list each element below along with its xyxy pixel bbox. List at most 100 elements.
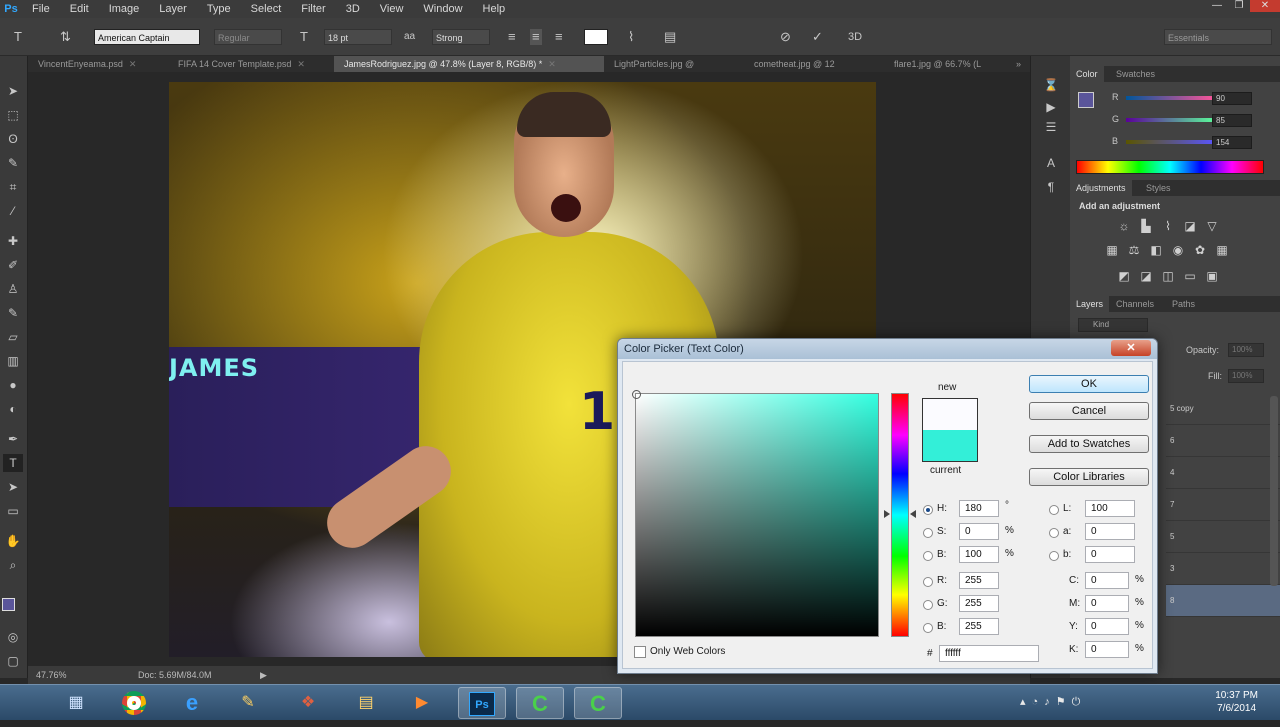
pen-tool-icon[interactable]: ✒ [3,430,23,448]
media-player-icon[interactable]: ▶ [398,687,446,719]
saturation-radio[interactable] [923,528,933,538]
workspace-select[interactable]: Essentials [1164,29,1272,45]
invert-icon[interactable]: ◩ [1116,269,1132,283]
gradient-map-icon[interactable]: ▭ [1182,269,1198,283]
tray-arrow-icon[interactable]: ▴ [1020,696,1032,708]
tab-layers[interactable]: Layers [1070,296,1110,312]
character-icon[interactable]: A [1041,156,1061,174]
close-tab-icon[interactable]: ✕ [548,59,556,69]
tab-styles[interactable]: Styles [1140,180,1177,196]
commit-edits-icon[interactable]: ✓ [812,29,823,45]
status-menu-arrow-icon[interactable]: ▶ [260,666,267,684]
black-white-icon[interactable]: ◧ [1148,243,1164,257]
marquee-tool-icon[interactable]: ⬚ [3,106,23,124]
eyedropper-tool-icon[interactable]: ⁄ [3,202,23,220]
brightness-field[interactable]: 100 [959,546,999,563]
levels-icon[interactable]: ▙ [1138,219,1154,233]
green-value[interactable]: 85 [1212,114,1252,127]
screen-mode-icon[interactable]: ▢ [3,652,23,670]
lab-b-field[interactable]: 0 [1085,546,1135,563]
hex-field[interactable]: ffffff [939,645,1039,662]
current-color-swatch[interactable] [922,430,978,462]
font-size-select[interactable]: 18 pt [324,29,392,45]
add-to-swatches-button[interactable]: Add to Swatches [1029,435,1149,453]
color-libraries-button[interactable]: Color Libraries [1029,468,1149,486]
app-icon[interactable]: ❖ [284,687,332,719]
green-field[interactable]: 255 [959,595,999,612]
network-icon[interactable]: ◔ [1032,696,1045,708]
exposure-icon[interactable]: ◪ [1182,219,1198,233]
lasso-tool-icon[interactable]: ʘ [3,130,23,148]
only-web-colors-checkbox[interactable] [634,646,646,658]
layer-row[interactable]: 5 [1166,521,1280,553]
menu-help[interactable]: Help [473,0,516,18]
close-tab-icon[interactable]: ✕ [297,59,305,69]
close-window-button[interactable]: ✕ [1250,0,1280,12]
lab-a-radio[interactable] [1049,528,1059,538]
tab-channels[interactable]: Channels [1110,296,1160,312]
brush-tool-icon[interactable]: ✐ [3,256,23,274]
align-center-icon[interactable]: ≡ [530,29,542,45]
fill-field[interactable]: 100% [1228,369,1264,383]
antialias-select[interactable]: Strong [432,29,490,45]
paragraph-icon[interactable]: ¶ [1041,180,1061,198]
curves-icon[interactable]: ⌇ [1160,219,1176,233]
vibrance-icon[interactable]: ▽ [1204,219,1220,233]
green-slider[interactable] [1126,118,1216,122]
path-select-tool-icon[interactable]: ➤ [3,478,23,496]
color-selection-marker[interactable] [632,390,641,399]
red-value[interactable]: 90 [1212,92,1252,105]
blue-value[interactable]: 154 [1212,136,1252,149]
menu-filter[interactable]: Filter [291,0,335,18]
color-lookup-icon[interactable]: ▦ [1214,243,1230,257]
red-field[interactable]: 255 [959,572,999,589]
menu-view[interactable]: View [370,0,414,18]
saturation-brightness-field[interactable] [632,390,879,637]
dialog-title-bar[interactable]: Color Picker (Text Color) ✕ [618,339,1157,359]
tab-adjustments[interactable]: Adjustments [1070,180,1132,196]
green-radio[interactable] [923,600,933,610]
cancel-button[interactable]: Cancel [1029,402,1149,420]
warp-text-icon[interactable]: ⌇ [628,29,634,45]
menu-select[interactable]: Select [241,0,292,18]
font-family-select[interactable]: American Captain [94,29,200,45]
chrome-icon[interactable] [110,687,158,719]
layer-row[interactable]: 3 [1166,553,1280,585]
tab-james-active[interactable]: JamesRodriguez.jpg @ 47.8% (Layer 8, RGB… [334,56,604,72]
dodge-tool-icon[interactable]: ◐ [3,400,23,418]
red-slider[interactable] [1126,96,1216,100]
history-icon[interactable]: ⌛ [1041,78,1061,96]
align-left-icon[interactable]: ≡ [508,29,516,45]
hue-field[interactable]: 180 [959,500,999,517]
internet-explorer-icon[interactable]: e [168,687,216,719]
tab-color[interactable]: Color [1070,66,1104,82]
blue-field[interactable]: 255 [959,618,999,635]
posterize-icon[interactable]: ◪ [1138,269,1154,283]
gradient-tool-icon[interactable]: ▥ [3,352,23,370]
headline-text[interactable]: JAMES [169,354,259,382]
layer-row[interactable]: 5 copy [1166,393,1280,425]
color-balance-icon[interactable]: ⚖ [1126,243,1142,257]
photo-filter-icon[interactable]: ◉ [1170,243,1186,257]
camtasia-icon[interactable]: C [516,687,564,719]
close-tab-icon[interactable]: ✕ [129,59,137,69]
zoom-tool-icon[interactable]: ⌕ [3,556,23,574]
red-radio[interactable] [923,577,933,587]
fg-color-chip[interactable] [1078,92,1094,108]
menu-image[interactable]: Image [99,0,150,18]
calculator-icon[interactable]: ▦ [52,687,100,719]
hue-slider[interactable] [891,393,909,637]
more-tabs-icon[interactable]: » [1014,56,1030,72]
eraser-tool-icon[interactable]: ▱ [3,328,23,346]
color-spectrum-ramp[interactable] [1076,160,1264,174]
blur-tool-icon[interactable]: ● [3,376,23,394]
restore-button[interactable]: ❐ [1228,0,1250,12]
crop-tool-icon[interactable]: ⌗ [3,178,23,196]
brightness-icon[interactable]: ☼ [1116,219,1132,233]
clock[interactable]: 10:37 PM 7/6/2014 [1215,689,1258,715]
character-panel-icon[interactable]: ▤ [664,29,676,45]
power-icon[interactable]: ⏻ [1072,696,1087,708]
menu-file[interactable]: File [22,0,60,18]
tab-cometheat[interactable]: cometheat.jpg @ 12 [744,56,884,72]
tab-lightparticles[interactable]: LightParticles.jpg @ [604,56,744,72]
